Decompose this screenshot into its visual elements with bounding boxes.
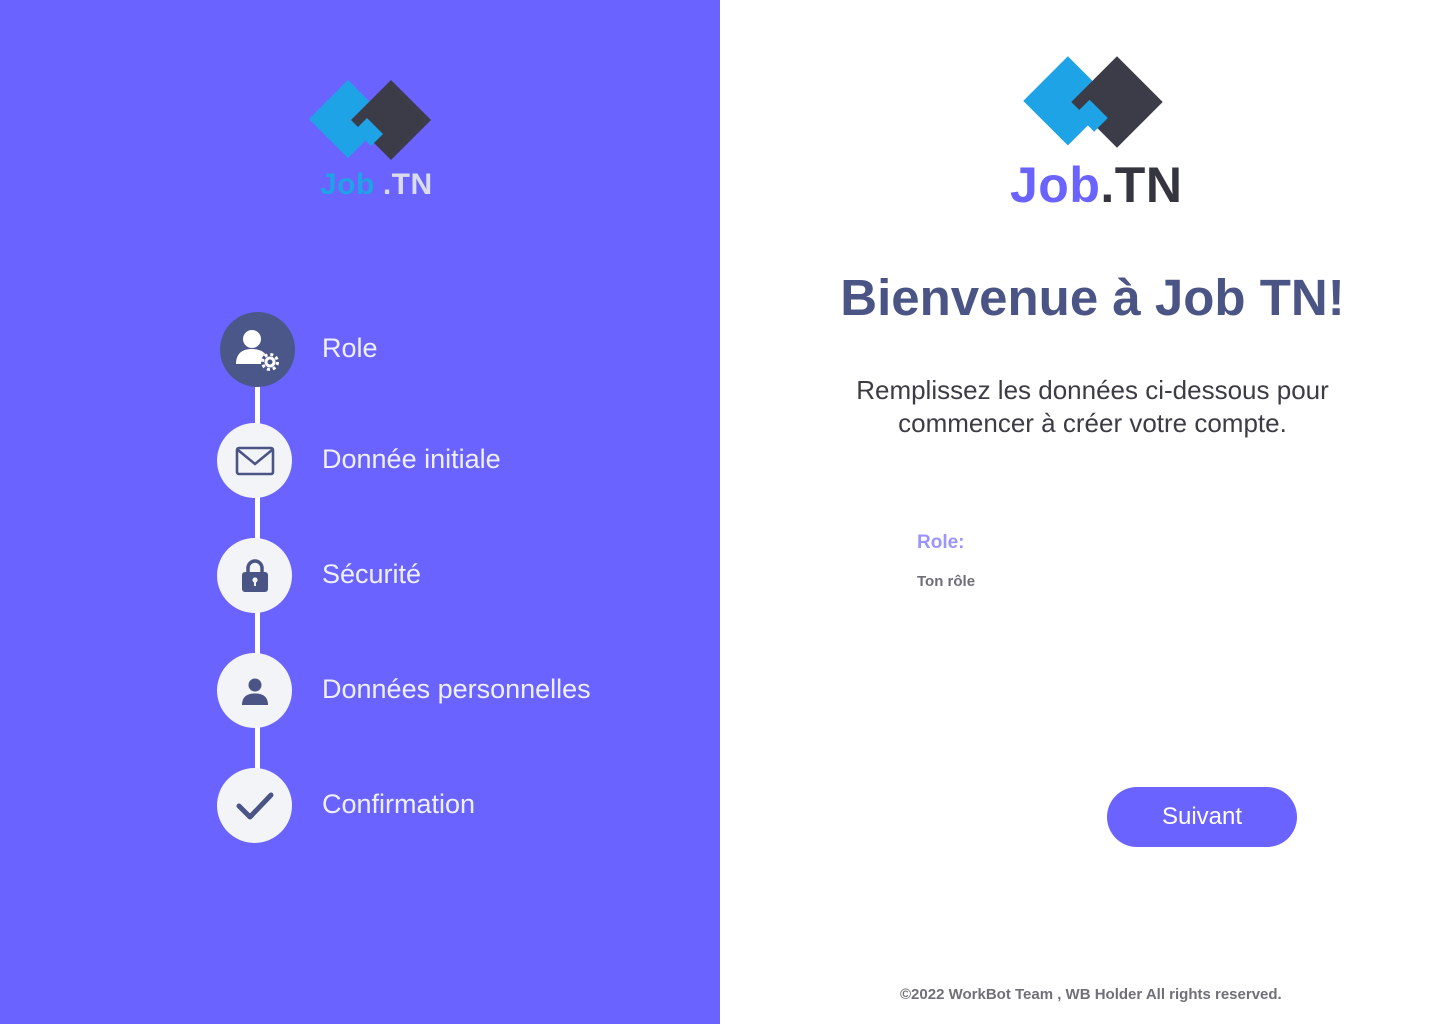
logo-tn-text: .TN: [1100, 157, 1183, 213]
footer-copyright: ©2022 WorkBot Team , WB Holder All right…: [900, 986, 1282, 1003]
left-logo-text: Job .TN: [320, 168, 433, 202]
user-gear-icon: [235, 329, 279, 371]
role-field-value[interactable]: Ton rôle: [917, 573, 975, 590]
logo-mark-icon: [307, 78, 433, 167]
page-title: Bienvenue à Job TN!: [840, 269, 1345, 326]
logo-tn-text: .TN: [382, 168, 433, 201]
envelope-icon: [235, 446, 274, 475]
step-security-circle[interactable]: [217, 538, 292, 613]
next-button[interactable]: Suivant: [1107, 787, 1297, 847]
step-confirmation-circle[interactable]: [217, 768, 292, 843]
main-panel: Job.TN Bienvenue à Job TN! Remplissez le…: [720, 0, 1440, 1024]
left-sidebar: Job .TN Role Donnée initiale Sécurité Do…: [0, 0, 720, 1024]
step-label-initial-data[interactable]: Donnée initiale: [322, 444, 501, 475]
step-role-circle[interactable]: [220, 312, 295, 387]
page-subtitle: Remplissez les données ci-dessous pour c…: [856, 375, 1329, 438]
role-field-label: Role:: [917, 532, 965, 553]
lock-icon: [241, 558, 268, 592]
step-label-security[interactable]: Sécurité: [322, 559, 421, 590]
logo-job-text: Job: [320, 168, 375, 201]
logo-job-text: Job: [1010, 157, 1101, 213]
step-initial-data-circle[interactable]: [217, 423, 292, 498]
logo-mark-icon: [1020, 54, 1166, 155]
step-label-personal-data[interactable]: Données personnelles: [322, 674, 591, 705]
checkmark-icon: [236, 792, 273, 819]
main-logo-text: Job.TN: [1010, 156, 1182, 214]
person-icon: [241, 678, 268, 705]
step-label-role[interactable]: Role: [322, 333, 378, 364]
step-label-confirmation[interactable]: Confirmation: [322, 789, 475, 820]
step-personal-data-circle[interactable]: [217, 653, 292, 728]
